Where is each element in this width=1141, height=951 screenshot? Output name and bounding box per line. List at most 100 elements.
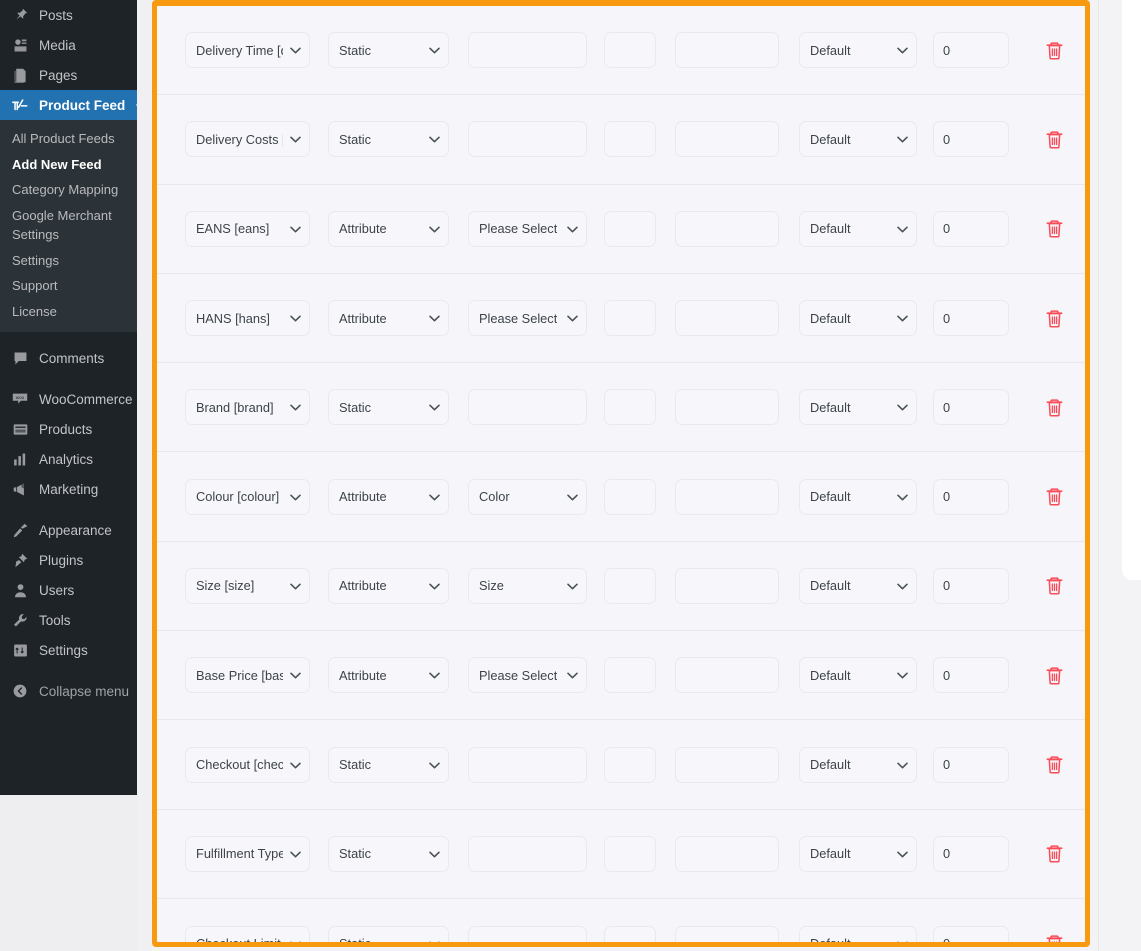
trash-icon[interactable]: [1045, 40, 1064, 61]
limit-input[interactable]: 0: [933, 657, 1009, 694]
field-select[interactable]: Colour [colour]: [185, 478, 310, 515]
sidebar-item-plugins[interactable]: Plugins: [0, 545, 137, 575]
trash-icon[interactable]: [1045, 933, 1064, 942]
trash-icon[interactable]: [1045, 754, 1064, 775]
type-select[interactable]: Attribute: [328, 657, 449, 694]
source-select[interactable]: Size: [468, 567, 587, 604]
type-select[interactable]: Static: [328, 32, 449, 69]
prefix-input[interactable]: [604, 478, 656, 515]
source-select[interactable]: Please Select: [468, 657, 587, 694]
sidebar-item-pages[interactable]: Pages: [0, 60, 137, 90]
suffix-input[interactable]: [675, 478, 779, 515]
type-select[interactable]: Attribute: [328, 300, 449, 337]
collapse-menu-button[interactable]: Collapse menu: [0, 676, 137, 706]
sidebar-item-posts[interactable]: Posts: [0, 0, 137, 30]
sidebar-item-users[interactable]: Users: [0, 575, 137, 605]
source-text-input[interactable]: [468, 746, 587, 783]
type-select[interactable]: Static: [328, 121, 449, 158]
format-select[interactable]: Default: [799, 300, 917, 337]
prefix-input[interactable]: [604, 746, 656, 783]
prefix-input[interactable]: [604, 210, 656, 247]
field-select[interactable]: Brand [brand]: [185, 389, 310, 426]
source-text-input[interactable]: [468, 121, 587, 158]
submenu-item-category-mapping[interactable]: Category Mapping: [0, 177, 137, 203]
format-select[interactable]: Default: [799, 121, 917, 158]
suffix-input[interactable]: [675, 567, 779, 604]
sidebar-item-tools[interactable]: Tools: [0, 605, 137, 635]
limit-input[interactable]: 0: [933, 389, 1009, 426]
format-select[interactable]: Default: [799, 32, 917, 69]
sidebar-item-appearance[interactable]: Appearance: [0, 515, 137, 545]
field-select[interactable]: Checkout Limit [c: [185, 925, 310, 942]
prefix-input[interactable]: [604, 835, 656, 872]
trash-icon[interactable]: [1045, 218, 1064, 239]
prefix-input[interactable]: [604, 925, 656, 942]
field-select[interactable]: HANS [hans]: [185, 300, 310, 337]
suffix-input[interactable]: [675, 210, 779, 247]
limit-input[interactable]: 0: [933, 300, 1009, 337]
limit-input[interactable]: 0: [933, 121, 1009, 158]
trash-icon[interactable]: [1045, 397, 1064, 418]
type-select[interactable]: Static: [328, 835, 449, 872]
prefix-input[interactable]: [604, 32, 656, 69]
prefix-input[interactable]: [604, 657, 656, 694]
type-select[interactable]: Static: [328, 389, 449, 426]
submenu-item-all-product-feeds[interactable]: All Product Feeds: [0, 126, 137, 152]
limit-input[interactable]: 0: [933, 835, 1009, 872]
limit-input[interactable]: 0: [933, 925, 1009, 942]
sidebar-item-analytics[interactable]: Analytics: [0, 444, 137, 474]
format-select[interactable]: Default: [799, 210, 917, 247]
trash-icon[interactable]: [1045, 486, 1064, 507]
limit-input[interactable]: 0: [933, 210, 1009, 247]
field-select[interactable]: EANS [eans]: [185, 210, 310, 247]
source-text-input[interactable]: [468, 835, 587, 872]
submenu-item-google-merchant-settings[interactable]: Google Merchant Settings: [0, 203, 137, 248]
limit-input[interactable]: 0: [933, 746, 1009, 783]
field-select[interactable]: Delivery Time [de: [185, 32, 310, 69]
sidebar-item-comments[interactable]: Comments: [0, 343, 137, 373]
product-feed-submenu[interactable]: All Product Feeds Add New Feed Category …: [0, 120, 137, 332]
trash-icon[interactable]: [1045, 843, 1064, 864]
field-select[interactable]: Size [size]: [185, 567, 310, 604]
submenu-item-support[interactable]: Support: [0, 273, 137, 299]
type-select[interactable]: Static: [328, 746, 449, 783]
prefix-input[interactable]: [604, 121, 656, 158]
prefix-input[interactable]: [604, 389, 656, 426]
format-select[interactable]: Default: [799, 389, 917, 426]
suffix-input[interactable]: [675, 121, 779, 158]
prefix-input[interactable]: [604, 300, 656, 337]
limit-input[interactable]: 0: [933, 567, 1009, 604]
sidebar-item-woocommerce[interactable]: woo WooCommerce: [0, 384, 137, 414]
source-select[interactable]: Color: [468, 478, 587, 515]
wordpress-admin-sidebar[interactable]: Posts Media Pages Product Feed All Produ…: [0, 0, 144, 795]
sidebar-item-product-feed[interactable]: Product Feed: [0, 90, 144, 120]
suffix-input[interactable]: [675, 925, 779, 942]
format-select[interactable]: Default: [799, 835, 917, 872]
trash-icon[interactable]: [1045, 665, 1064, 686]
sidebar-item-products[interactable]: Products: [0, 414, 137, 444]
submenu-item-settings[interactable]: Settings: [0, 248, 137, 274]
submenu-item-add-new-feed[interactable]: Add New Feed: [0, 152, 137, 178]
source-text-input[interactable]: [468, 32, 587, 69]
submenu-item-license[interactable]: License: [0, 299, 137, 325]
sidebar-item-settings[interactable]: Settings: [0, 635, 137, 665]
suffix-input[interactable]: [675, 32, 779, 69]
sidebar-item-media[interactable]: Media: [0, 30, 137, 60]
trash-icon[interactable]: [1045, 129, 1064, 150]
source-select[interactable]: Please Select: [468, 210, 587, 247]
format-select[interactable]: Default: [799, 746, 917, 783]
limit-input[interactable]: 0: [933, 32, 1009, 69]
field-select[interactable]: Fulfillment Type [: [185, 835, 310, 872]
type-select[interactable]: Attribute: [328, 478, 449, 515]
suffix-input[interactable]: [675, 746, 779, 783]
format-select[interactable]: Default: [799, 567, 917, 604]
suffix-input[interactable]: [675, 835, 779, 872]
source-text-input[interactable]: [468, 925, 587, 942]
trash-icon[interactable]: [1045, 308, 1064, 329]
limit-input[interactable]: 0: [933, 478, 1009, 515]
field-select[interactable]: Base Price [base: [185, 657, 310, 694]
type-select[interactable]: Attribute: [328, 210, 449, 247]
type-select[interactable]: Static: [328, 925, 449, 942]
format-select[interactable]: Default: [799, 657, 917, 694]
field-select[interactable]: Delivery Costs [D: [185, 121, 310, 158]
